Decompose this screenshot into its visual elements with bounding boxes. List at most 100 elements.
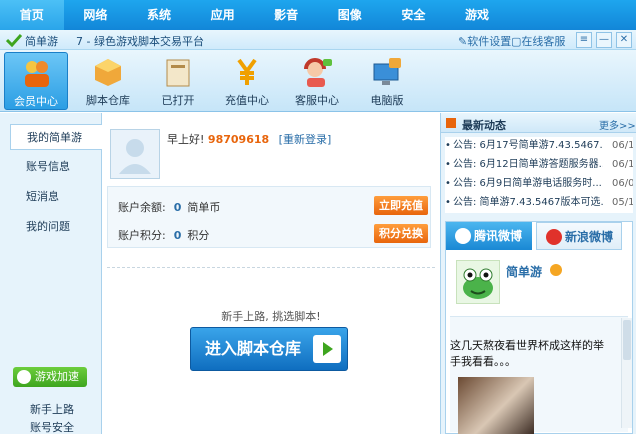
title-bar: 简单游 7 - 绿色游戏脚本交易平台 ✎软件设置 ▢在线客服 ≡ — ✕ bbox=[0, 30, 636, 50]
nav-security[interactable]: 安全 bbox=[382, 0, 446, 30]
balance-row: 账户余额: 0 简单币 bbox=[118, 199, 220, 215]
bullet-icon: • bbox=[445, 159, 451, 170]
opened-icon bbox=[166, 59, 190, 87]
news-date: 06/16 bbox=[612, 159, 633, 170]
news-date: 06/09 bbox=[612, 178, 633, 189]
minimize-button[interactable]: — bbox=[596, 32, 612, 48]
nav-home[interactable]: 首页 bbox=[0, 0, 64, 30]
bullet-icon: • bbox=[445, 140, 451, 151]
greeting-line: 早上好! 98709618 [重新登录] bbox=[167, 131, 331, 147]
sidebar-item-my-jdy[interactable]: 我的简单游 bbox=[10, 124, 102, 150]
service-label: 在线客服 bbox=[521, 35, 566, 48]
greeting-text: 早上好! bbox=[167, 133, 205, 146]
nav-media[interactable]: 影音 bbox=[254, 0, 318, 30]
tab-sina-weibo[interactable]: 新浪微博 bbox=[536, 222, 622, 250]
news-text: 公告: 6月12日简单游答题服务器... bbox=[453, 159, 603, 170]
bullet-icon: • bbox=[445, 197, 451, 208]
menu-button[interactable]: ≡ bbox=[576, 32, 592, 48]
points-exchange-button[interactable]: 积分兑换 bbox=[374, 224, 428, 243]
user-avatar-icon bbox=[119, 139, 151, 174]
sina-weibo-icon bbox=[546, 229, 562, 245]
news-text: 公告: 6月17号简单游7.43.5467... bbox=[453, 140, 603, 151]
sidebar-item-my-questions[interactable]: 我的问题 bbox=[10, 214, 102, 240]
tool-recharge-label: 充值中心 bbox=[225, 94, 269, 107]
pc-icon bbox=[373, 58, 401, 85]
accelerate-label: 游戏加速 bbox=[35, 370, 79, 383]
weibo-account-name[interactable]: 简单游 bbox=[506, 263, 542, 280]
support-icon bbox=[304, 58, 332, 87]
tool-recharge[interactable]: 充值中心 bbox=[215, 52, 279, 110]
tool-warehouse-label: 脚本仓库 bbox=[86, 94, 130, 107]
top-nav: 首页 网络 系统 应用 影音 图像 安全 游戏 bbox=[0, 0, 636, 30]
newbie-link[interactable]: 新手上路 bbox=[30, 401, 74, 417]
sidebar: 我的简单游 账号信息 短消息 我的问题 游戏加速 新手上路 账号安全 bbox=[0, 113, 102, 434]
news-text: 公告: 简单游7.43.5467版本可选... bbox=[453, 197, 603, 208]
tool-support-label: 客服中心 bbox=[295, 94, 339, 107]
points-unit: 积分 bbox=[187, 229, 210, 242]
news-item[interactable]: • 公告: 6月12日简单游答题服务器... 06/16 bbox=[445, 156, 633, 174]
right-panel: 最新动态 更多>> • 公告: 6月17号简单游7.43.5467... 06/… bbox=[440, 113, 636, 434]
frog-avatar-icon bbox=[463, 268, 493, 299]
sidebar-item-messages[interactable]: 短消息 bbox=[10, 184, 102, 210]
points-value: 0 bbox=[173, 229, 182, 242]
news-date: 06/16 bbox=[612, 140, 633, 151]
scroll-thumb[interactable] bbox=[623, 320, 631, 360]
warehouse-icon bbox=[95, 59, 121, 86]
tab-tencent-weibo[interactable]: 腾讯微博 bbox=[446, 222, 532, 250]
avatar[interactable] bbox=[110, 129, 160, 179]
weibo-scrollbar[interactable] bbox=[621, 318, 632, 428]
news-item[interactable]: • 公告: 6月9日简单游电话服务时... 06/09 bbox=[445, 175, 633, 193]
nav-apps[interactable]: 应用 bbox=[191, 0, 255, 30]
tool-warehouse[interactable]: 脚本仓库 bbox=[76, 52, 140, 110]
app-logo-icon bbox=[6, 33, 22, 47]
game-accelerate-button[interactable]: 游戏加速 bbox=[13, 367, 87, 387]
tab-sina-label: 新浪微博 bbox=[565, 230, 614, 244]
account-box: 账户余额: 0 简单币 立即充值 账户积分: 0 积分 积分兑换 bbox=[107, 186, 431, 248]
weibo-post-image[interactable] bbox=[458, 377, 534, 434]
enter-warehouse-label: 进入脚本仓库 bbox=[205, 339, 302, 358]
newbie-text: 新手上路, 挑选脚本! bbox=[221, 310, 321, 323]
tab-tencent-label: 腾讯微博 bbox=[474, 229, 523, 243]
news-icon bbox=[446, 118, 456, 128]
tool-support[interactable]: 客服中心 bbox=[285, 52, 349, 110]
account-security-link[interactable]: 账号安全 bbox=[30, 419, 74, 434]
news-text: 公告: 6月9日简单游电话服务时... bbox=[453, 178, 602, 189]
news-item[interactable]: • 公告: 简单游7.43.5467版本可选... 05/16 bbox=[445, 194, 633, 212]
news-more-link[interactable]: 更多>> bbox=[599, 117, 636, 132]
nav-games[interactable]: 游戏 bbox=[445, 0, 509, 30]
balance-value: 0 bbox=[173, 201, 182, 214]
news-title: 最新动态 bbox=[462, 119, 506, 132]
user-id: 98709618 bbox=[207, 133, 270, 146]
wrench-icon: ✎ bbox=[458, 35, 468, 48]
nav-system[interactable]: 系统 bbox=[127, 0, 191, 30]
recharge-button[interactable]: 立即充值 bbox=[374, 196, 428, 215]
main-panel: 早上好! 98709618 [重新登录] 账户余额: 0 简单币 立即充值 账户积分… bbox=[103, 113, 439, 434]
news-header: 最新动态 更多>> bbox=[441, 113, 636, 133]
bullet-icon: • bbox=[445, 178, 451, 189]
points-row: 账户积分: 0 积分 bbox=[118, 227, 209, 243]
app-slogan: 7 - 绿色游戏脚本交易平台 bbox=[76, 35, 204, 48]
weibo-avatar[interactable] bbox=[456, 260, 500, 304]
tool-opened[interactable]: 已打开 bbox=[146, 52, 210, 110]
close-button[interactable]: ✕ bbox=[616, 32, 632, 48]
tool-members[interactable]: 会员中心 bbox=[4, 52, 68, 110]
sidebar-item-account-info[interactable]: 账号信息 bbox=[10, 154, 102, 180]
balance-label: 账户余额: bbox=[118, 201, 166, 214]
chat-icon: ▢ bbox=[511, 35, 522, 48]
tool-members-label: 会员中心 bbox=[14, 95, 58, 108]
points-label: 账户积分: bbox=[118, 229, 166, 242]
tool-opened-label: 已打开 bbox=[161, 94, 195, 107]
news-item[interactable]: • 公告: 6月17号简单游7.43.5467... 06/16 bbox=[445, 137, 633, 155]
tool-pc[interactable]: 电脑版 bbox=[355, 52, 419, 110]
news-list: • 公告: 6月17号简单游7.43.5467... 06/16 • 公告: 6… bbox=[445, 137, 633, 213]
service-link[interactable]: ▢在线客服 bbox=[511, 33, 565, 49]
balance-unit: 简单币 bbox=[187, 201, 221, 214]
enter-warehouse-button[interactable]: 进入脚本仓库 bbox=[190, 327, 348, 371]
nav-image[interactable]: 图像 bbox=[318, 0, 382, 30]
members-icon bbox=[25, 61, 49, 87]
tencent-weibo-icon bbox=[455, 228, 471, 244]
settings-link[interactable]: ✎软件设置 bbox=[458, 33, 511, 49]
relogin-link[interactable]: [重新登录] bbox=[279, 133, 332, 146]
nav-network[interactable]: 网络 bbox=[64, 0, 128, 30]
news-date: 05/16 bbox=[612, 197, 633, 208]
